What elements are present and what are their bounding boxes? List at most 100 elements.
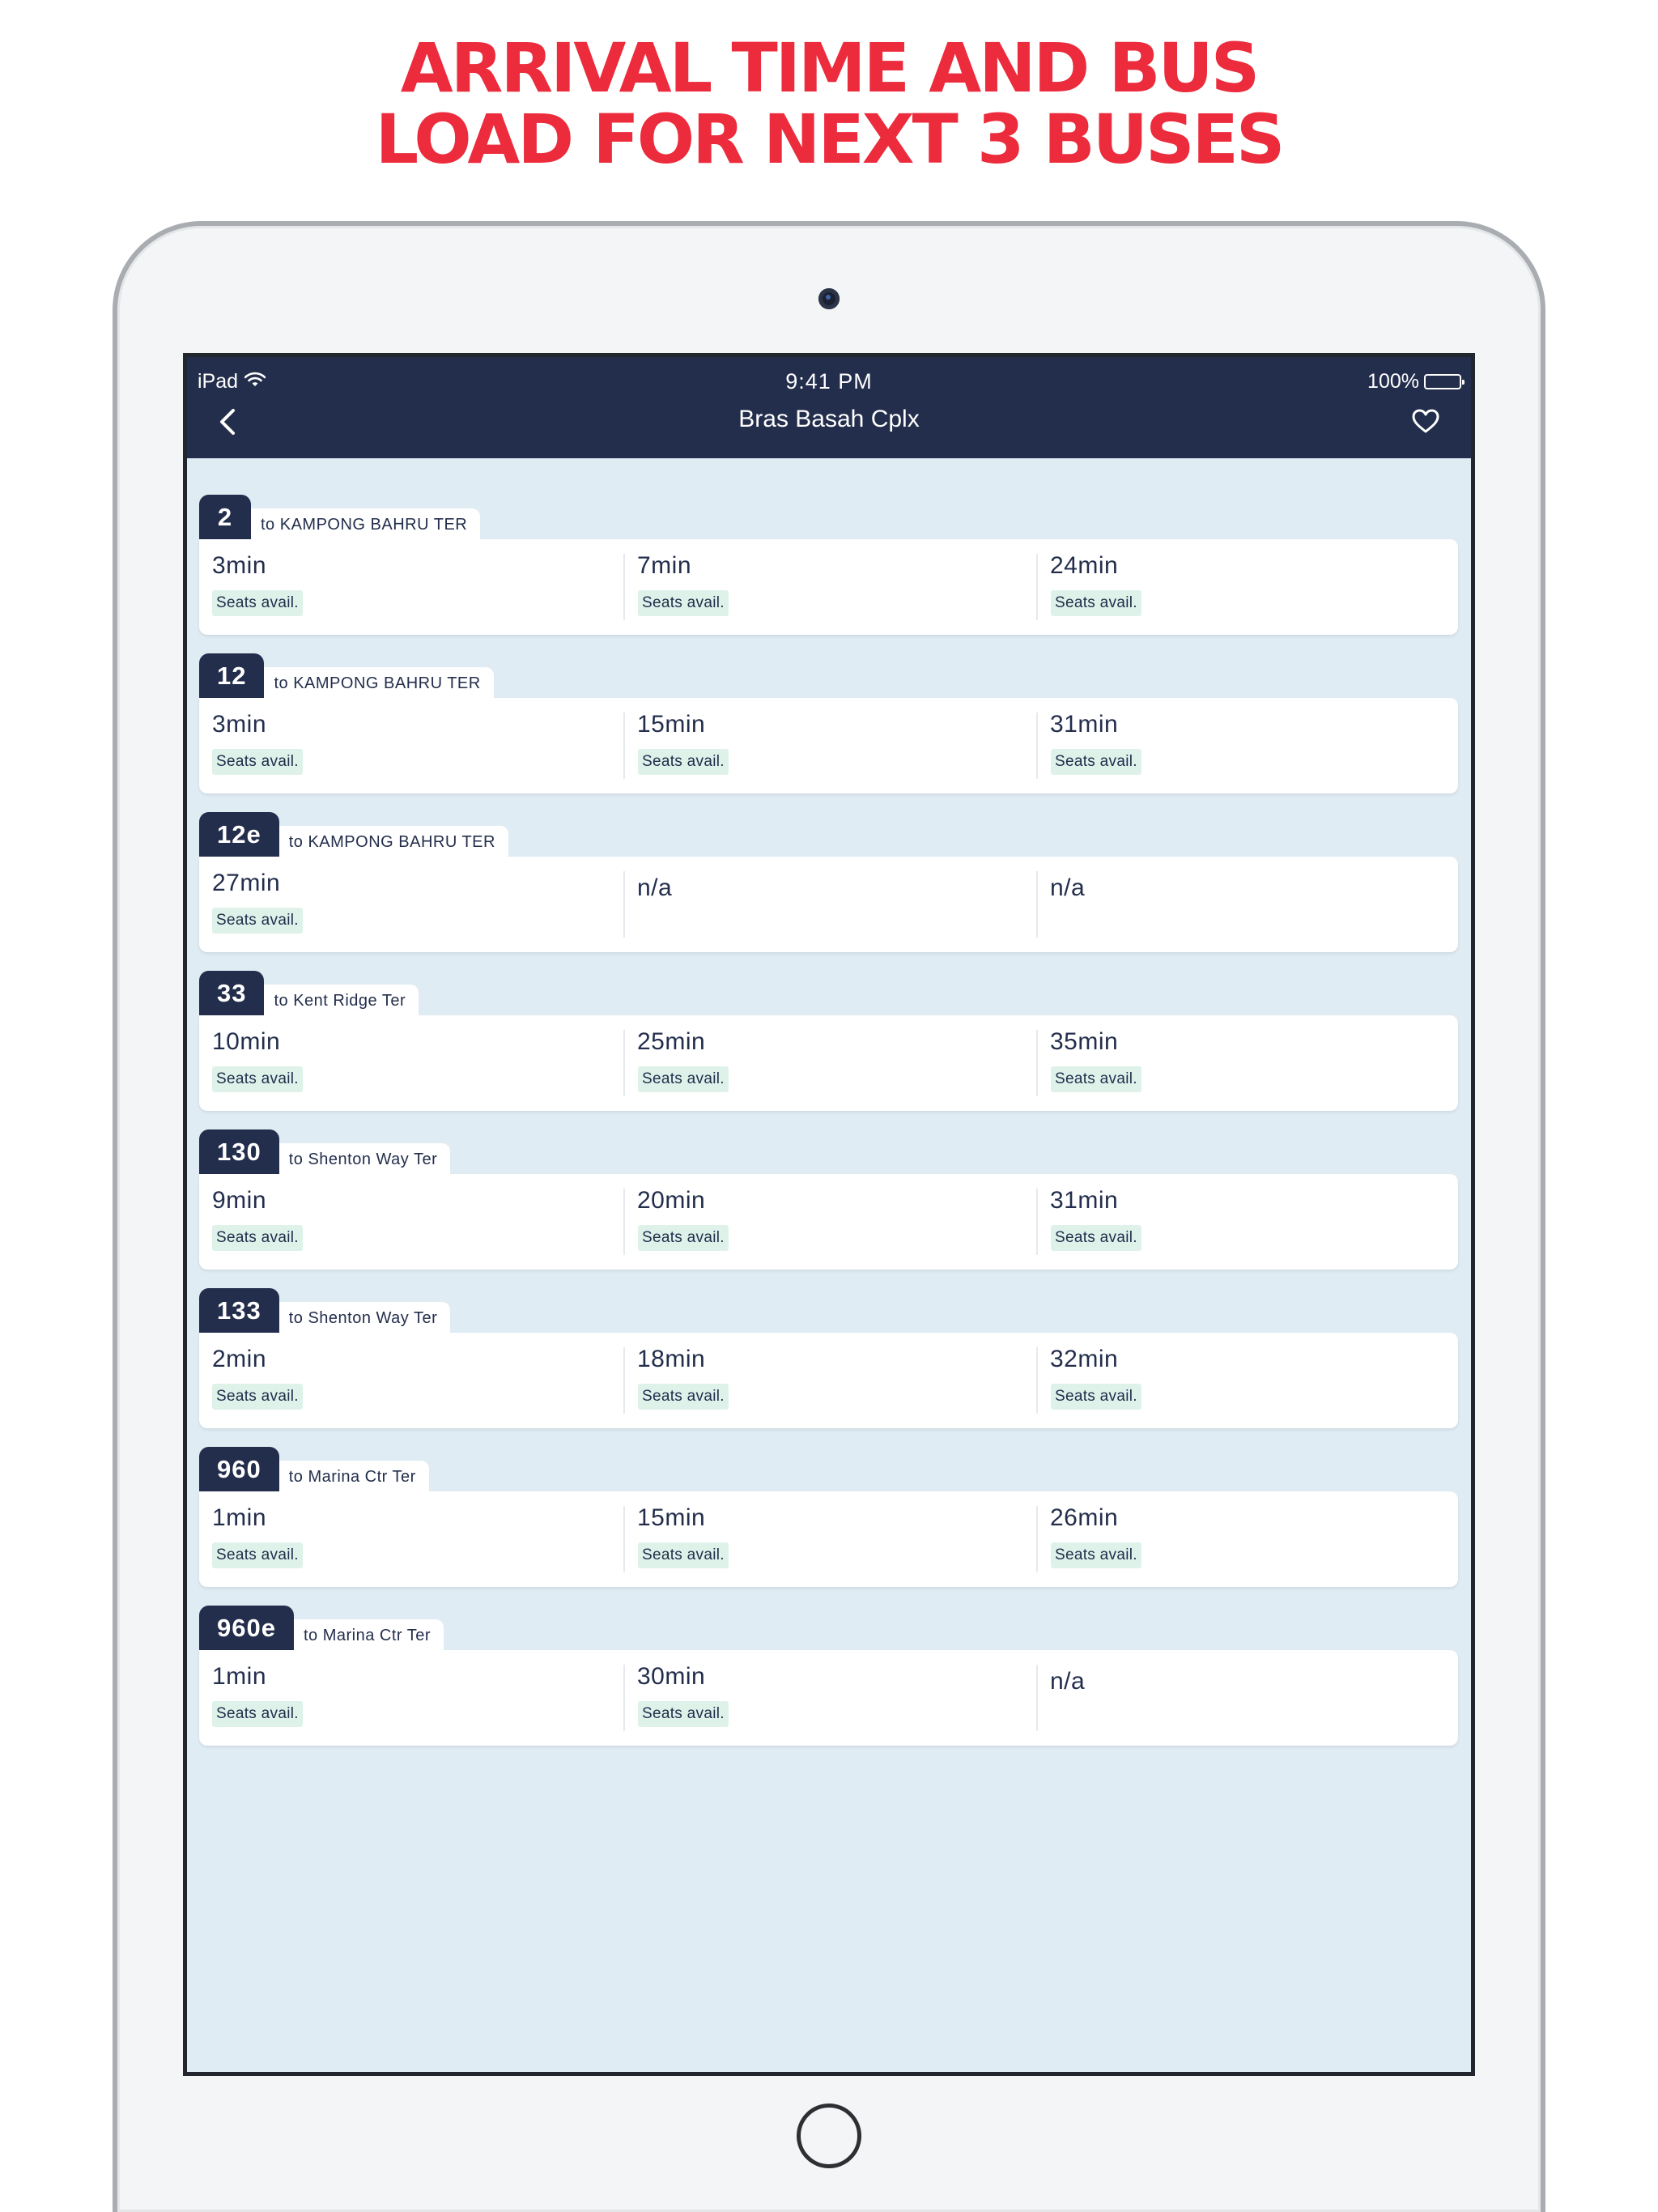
bus-load-badge: Seats avail. <box>638 590 729 616</box>
service-number: 960e <box>199 1606 294 1650</box>
bus-service-row[interactable]: 133 to Shenton Way Ter 2min Seats avail.… <box>199 1288 1458 1447</box>
arrival-slot-3: 26min Seats avail. <box>1036 1491 1458 1587</box>
arrival-time: 2min <box>212 1346 267 1372</box>
bus-load-badge: Seats avail. <box>212 590 303 616</box>
arrival-card: 1min Seats avail. 15min Seats avail. 26m… <box>199 1491 1458 1587</box>
service-header: 33 to Kent Ridge Ter <box>199 971 419 1015</box>
heart-outline-icon <box>1412 409 1439 437</box>
arrival-slot-2: 25min Seats avail. <box>623 1015 1036 1111</box>
arrival-slot-2: 20min Seats avail. <box>623 1174 1036 1270</box>
arrival-time: 1min <box>212 1663 267 1690</box>
bus-load-badge: Seats avail. <box>1051 1225 1141 1251</box>
arrival-card: 27min Seats avail. n/a n/a <box>199 857 1458 952</box>
favorite-button[interactable] <box>1409 407 1442 438</box>
arrival-card: 9min Seats avail. 20min Seats avail. 31m… <box>199 1174 1458 1270</box>
arrival-time: 7min <box>637 552 692 579</box>
arrival-time: 10min <box>212 1028 281 1055</box>
bus-service-row[interactable]: 12e to KAMPONG BAHRU TER 27min Seats ava… <box>199 812 1458 971</box>
service-destination: to Marina Ctr Ter <box>278 1461 429 1491</box>
bus-load-badge: Seats avail. <box>638 1542 729 1568</box>
arrival-time: 31min <box>1050 711 1119 738</box>
arrival-card: 2min Seats avail. 18min Seats avail. 32m… <box>199 1333 1458 1428</box>
app-screen: iPad 9:41 PM 100% Bras Basah Cplx 2 to K… <box>183 353 1475 2076</box>
arrival-slot-3: 24min Seats avail. <box>1036 539 1458 635</box>
bus-service-row[interactable]: 960e to Marina Ctr Ter 1min Seats avail.… <box>199 1606 1458 1764</box>
home-button[interactable] <box>797 2104 861 2168</box>
bus-load-badge: Seats avail. <box>212 1384 303 1410</box>
arrival-slot-1: 10min Seats avail. <box>199 1015 623 1111</box>
bus-load-badge: Seats avail. <box>212 1066 303 1092</box>
arrival-slot-1: 3min Seats avail. <box>199 698 623 793</box>
bus-load-badge: Seats avail. <box>638 1384 729 1410</box>
service-destination: to Marina Ctr Ter <box>293 1619 444 1650</box>
arrival-time: 20min <box>637 1187 706 1214</box>
arrival-card: 1min Seats avail. 30min Seats avail. n/a <box>199 1650 1458 1746</box>
arrival-card: 10min Seats avail. 25min Seats avail. 35… <box>199 1015 1458 1111</box>
service-number: 133 <box>199 1288 279 1333</box>
service-number: 12e <box>199 812 279 857</box>
arrival-card: 3min Seats avail. 15min Seats avail. 31m… <box>199 698 1458 793</box>
arrival-time: 24min <box>1050 552 1119 579</box>
bus-load-badge: Seats avail. <box>1051 1384 1141 1410</box>
arrival-time: 31min <box>1050 1187 1119 1214</box>
arrival-slot-2: 7min Seats avail. <box>623 539 1036 635</box>
service-destination: to Shenton Way Ter <box>278 1302 451 1333</box>
arrival-slot-2: 18min Seats avail. <box>623 1333 1036 1428</box>
front-camera <box>818 288 840 309</box>
service-header: 2 to KAMPONG BAHRU TER <box>199 495 481 539</box>
service-header: 960 to Marina Ctr Ter <box>199 1447 429 1491</box>
bus-load-badge: Seats avail. <box>638 749 729 775</box>
bus-load-badge: Seats avail. <box>212 1542 303 1568</box>
arrival-card: 3min Seats avail. 7min Seats avail. 24mi… <box>199 539 1458 635</box>
service-header: 12 to KAMPONG BAHRU TER <box>199 653 494 698</box>
bus-service-row[interactable]: 130 to Shenton Way Ter 9min Seats avail.… <box>199 1129 1458 1288</box>
service-destination: to KAMPONG BAHRU TER <box>264 667 494 698</box>
service-destination: to Kent Ridge Ter <box>264 985 419 1015</box>
arrival-time: 3min <box>212 711 267 738</box>
arrival-slot-3: 31min Seats avail. <box>1036 698 1458 793</box>
service-header: 12e to KAMPONG BAHRU TER <box>199 812 508 857</box>
bus-stop-title: Bras Basah Cplx <box>738 406 920 432</box>
arrival-time: 26min <box>1050 1504 1119 1531</box>
bus-load-badge: Seats avail. <box>638 1225 729 1251</box>
bus-load-badge: Seats avail. <box>638 1066 729 1092</box>
arrival-time: 1min <box>212 1504 267 1531</box>
arrival-time: 9min <box>212 1187 267 1214</box>
arrival-time: n/a <box>637 874 673 901</box>
bus-load-badge: Seats avail. <box>638 1701 729 1727</box>
service-destination: to KAMPONG BAHRU TER <box>278 826 508 857</box>
arrival-slot-1: 1min Seats avail. <box>199 1491 623 1587</box>
arrival-slot-1: 27min Seats avail. <box>199 857 623 952</box>
bus-service-row[interactable]: 33 to Kent Ridge Ter 10min Seats avail. … <box>199 971 1458 1129</box>
bus-load-badge: Seats avail. <box>212 908 303 934</box>
service-number: 960 <box>199 1447 279 1491</box>
bus-service-row[interactable]: 12 to KAMPONG BAHRU TER 3min Seats avail… <box>199 653 1458 812</box>
service-destination: to KAMPONG BAHRU TER <box>251 508 481 539</box>
arrival-time: 32min <box>1050 1346 1119 1372</box>
arrival-time: 15min <box>637 1504 706 1531</box>
bus-load-badge: Seats avail. <box>1051 1066 1141 1092</box>
arrival-slot-2: 30min Seats avail. <box>623 1650 1036 1746</box>
arrival-slot-3: n/a <box>1036 1650 1458 1746</box>
bus-load-badge: Seats avail. <box>212 1225 303 1251</box>
status-right: 100% <box>1367 370 1465 393</box>
arrival-slot-3: 32min Seats avail. <box>1036 1333 1458 1428</box>
arrival-slot-1: 2min Seats avail. <box>199 1333 623 1428</box>
arrival-time: n/a <box>1050 874 1086 901</box>
bus-load-badge: Seats avail. <box>212 1701 303 1727</box>
bus-service-row[interactable]: 2 to KAMPONG BAHRU TER 3min Seats avail.… <box>199 495 1458 653</box>
arrival-time: 3min <box>212 552 267 579</box>
arrival-time: 15min <box>637 711 706 738</box>
bus-load-badge: Seats avail. <box>212 749 303 775</box>
service-number: 33 <box>199 971 265 1015</box>
service-header: 960e to Marina Ctr Ter <box>199 1606 444 1650</box>
promo-headline: ARRIVAL TIME AND BUS LOAD FOR NEXT 3 BUS… <box>0 32 1658 175</box>
arrival-slot-1: 9min Seats avail. <box>199 1174 623 1270</box>
battery-icon <box>1424 374 1465 389</box>
arrival-time: 30min <box>637 1663 706 1690</box>
service-header: 133 to Shenton Way Ter <box>199 1288 451 1333</box>
headline-line-1: ARRIVAL TIME AND BUS <box>400 28 1261 108</box>
bus-service-row[interactable]: 960 to Marina Ctr Ter 1min Seats avail. … <box>199 1447 1458 1606</box>
arrival-time: 35min <box>1050 1028 1119 1055</box>
service-header: 130 to Shenton Way Ter <box>199 1129 451 1174</box>
